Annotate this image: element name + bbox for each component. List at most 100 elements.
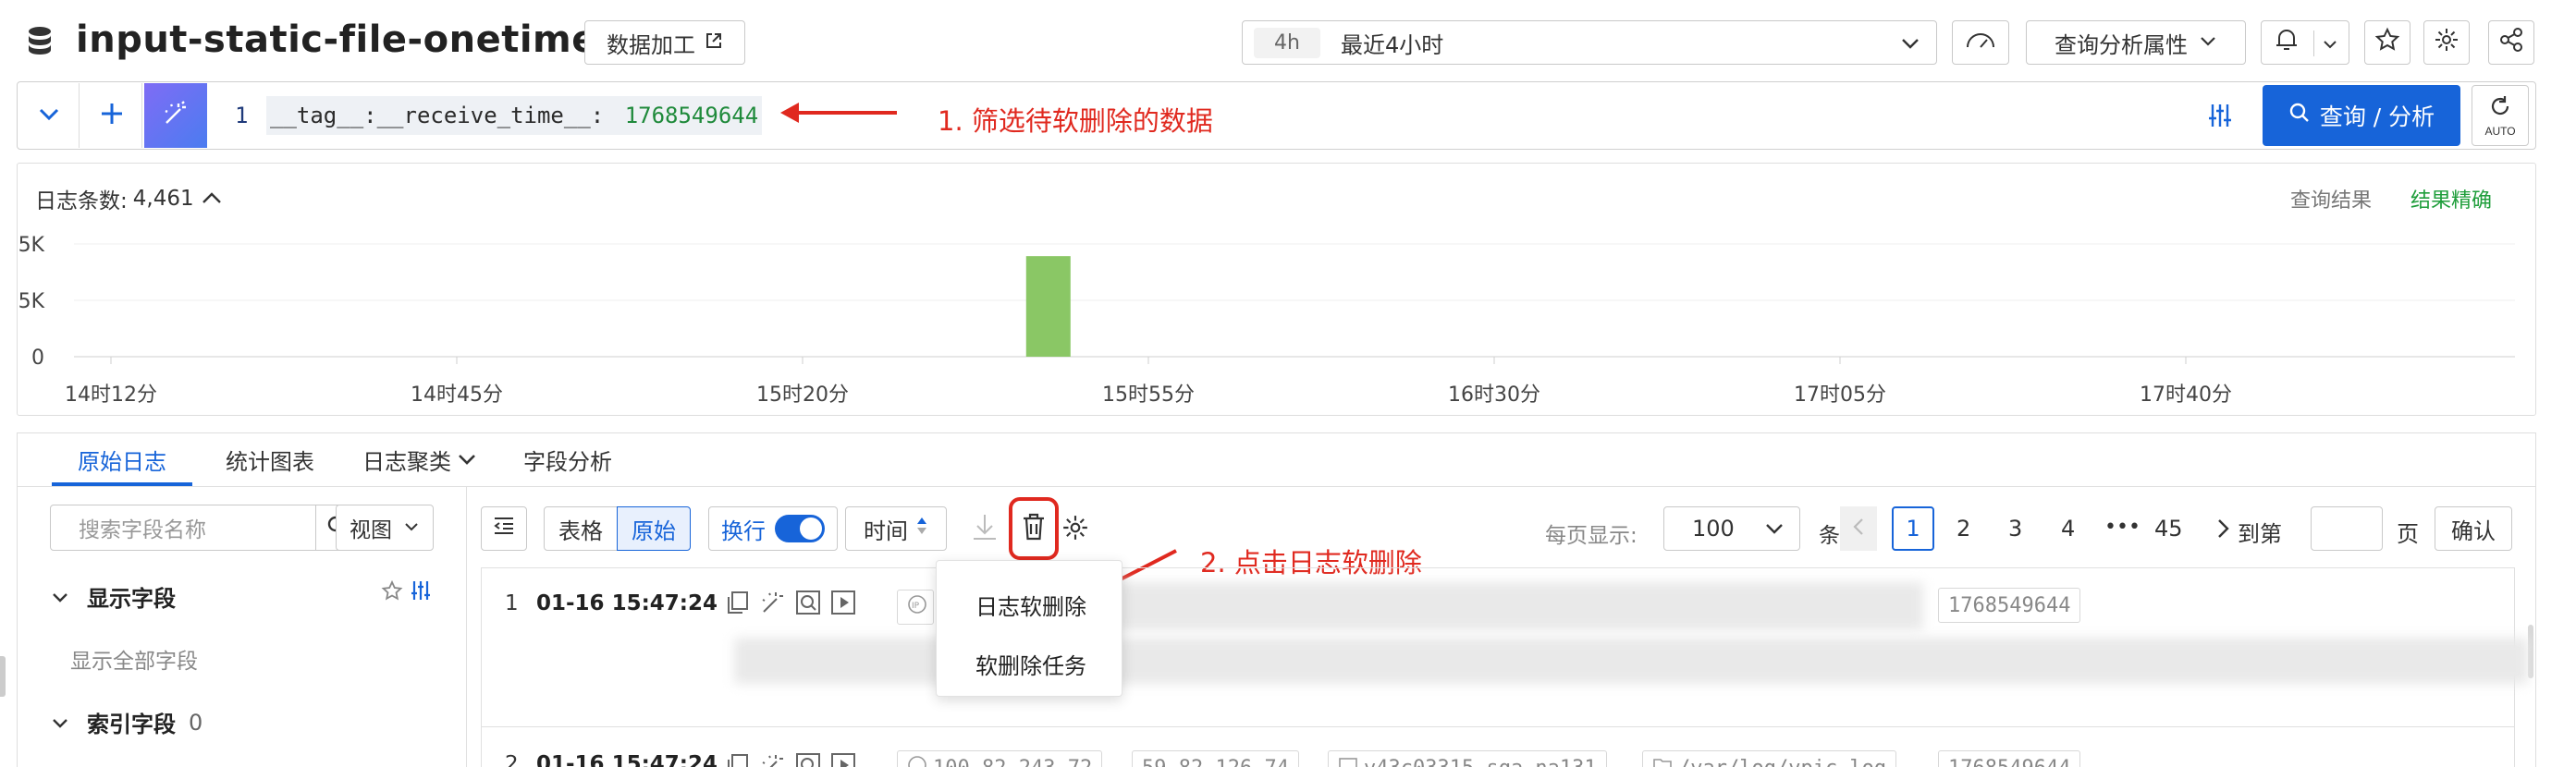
collapse-sidebar-button[interactable]	[481, 506, 527, 551]
log-ip2-chip: 59.82.126.74	[1132, 750, 1299, 767]
per-page-label: 每页显示:	[1545, 524, 1638, 548]
soft-delete-button[interactable]	[1009, 497, 1059, 560]
page-button-45[interactable]: 45	[2154, 516, 2183, 542]
page-button-1[interactable]: 1	[1892, 506, 1934, 551]
tab-raw-logs[interactable]: 原始日志	[78, 444, 166, 476]
view-label: 视图	[350, 518, 392, 542]
refresh-interval-button[interactable]	[1952, 20, 2009, 65]
display-fields-label: 显示字段	[87, 586, 176, 612]
index-fields-label: 索引字段	[87, 712, 176, 737]
auto-refresh-button[interactable]: AUTO	[2472, 85, 2529, 146]
ai-assistant-button[interactable]	[144, 83, 207, 148]
log-path: /var/log/vpic.log	[1678, 757, 1886, 767]
favorite-button[interactable]	[2364, 20, 2410, 65]
log-index: 1	[505, 591, 519, 615]
histogram-bar	[1025, 256, 1071, 357]
field-settings-icon[interactable]	[409, 578, 433, 607]
download-icon[interactable]	[971, 512, 999, 546]
index-fields-header[interactable]: 索引字段 0	[52, 706, 202, 738]
log-ip-chip: IP	[897, 590, 934, 625]
alert-button[interactable]	[2261, 20, 2349, 65]
external-link-icon	[705, 30, 723, 55]
view-dropdown[interactable]: 视图	[336, 505, 434, 551]
log-index: 2	[505, 752, 519, 767]
settings-button[interactable]	[2423, 20, 2470, 65]
data-process-label: 数据加工	[607, 31, 695, 58]
histogram-chart: 5K 2.5K 0 14时12分 14时45分 15时20分 15时55分 16时30分 17时…	[18, 234, 2515, 407]
play-icon[interactable]	[830, 752, 856, 767]
x-tick-label: 17时05分	[1794, 384, 1886, 407]
query-options-icon[interactable]	[2206, 102, 2234, 134]
time-range-picker[interactable]: 4h 最近4小时	[1242, 20, 1937, 65]
next-page-button[interactable]	[2215, 517, 2230, 544]
log-scrollbar[interactable]	[2528, 625, 2533, 678]
tabs-divider	[17, 486, 2536, 487]
log-ip-chip: 100.82.243.72	[897, 750, 1103, 767]
copy-icon[interactable]	[725, 752, 751, 767]
gear-icon	[2434, 27, 2459, 58]
magic-wand-icon[interactable]	[760, 752, 786, 767]
show-all-fields-link[interactable]: 显示全部字段	[70, 643, 198, 675]
host-icon	[1338, 755, 1358, 767]
add-query-button[interactable]	[81, 83, 142, 148]
chevron-up-icon	[202, 187, 222, 211]
wrap-toggle[interactable]: 换行	[708, 506, 838, 551]
page-button-3[interactable]: 3	[2008, 516, 2022, 542]
log-host-chip: v43c03315.sqa.na131	[1328, 750, 1607, 767]
log-ip: 100.82.243.72	[933, 757, 1092, 767]
index-fields-count: 0	[189, 709, 203, 736]
play-icon[interactable]	[830, 590, 856, 620]
context-search-icon[interactable]	[795, 752, 821, 767]
magic-wand-icon[interactable]	[760, 590, 786, 620]
tab-field-analysis[interactable]: 字段分析	[523, 444, 612, 476]
left-edge-handle[interactable]	[0, 656, 6, 697]
page-button-2[interactable]: 2	[1957, 516, 1970, 542]
log-count[interactable]: 日志条数: 4,461	[35, 183, 222, 214]
tab-chart[interactable]: 统计图表	[226, 444, 314, 476]
annotation-arrow-1	[779, 99, 899, 131]
bell-icon	[2275, 27, 2299, 58]
log-tag-chip: 1768549644	[1938, 750, 2081, 767]
search-analyze-label: 查询 / 分析	[2319, 103, 2435, 130]
field-search-input[interactable]: 搜索字段名称	[50, 505, 316, 551]
share-icon	[2498, 27, 2524, 58]
collapse-toggle-button[interactable]	[18, 83, 80, 148]
star-outline-icon[interactable]	[381, 579, 403, 607]
log-actions	[725, 590, 856, 620]
time-sort-button[interactable]: 时间	[845, 506, 947, 551]
x-tick-label: 14时45分	[411, 384, 503, 407]
logstore-icon	[26, 26, 54, 57]
raw-view-button[interactable]: 原始	[617, 506, 691, 551]
menu-item-log-soft-delete[interactable]: 日志软删除	[975, 589, 1086, 621]
query-attr-button[interactable]: 查询分析属性	[2026, 20, 2246, 65]
data-process-button[interactable]: 数据加工	[584, 20, 745, 65]
table-view-button[interactable]: 表格	[544, 506, 618, 551]
page-button-4[interactable]: 4	[2061, 516, 2075, 542]
goto-page-input[interactable]	[2311, 506, 2383, 551]
copy-icon[interactable]	[725, 590, 751, 620]
goto-confirm-label: 确认	[2451, 517, 2496, 544]
log-settings-icon[interactable]	[1061, 514, 1089, 546]
context-search-icon[interactable]	[795, 590, 821, 620]
chevron-down-icon	[457, 447, 477, 473]
menu-item-soft-delete-tasks[interactable]: 软删除任务	[975, 648, 1086, 680]
page-ellipsis[interactable]: •••	[2104, 516, 2141, 539]
share-button[interactable]	[2488, 20, 2534, 65]
sidebar-divider	[466, 487, 467, 767]
trash-icon	[1022, 513, 1046, 545]
chevron-left-icon	[1851, 517, 1866, 542]
search-analyze-button[interactable]: 查询 / 分析	[2263, 85, 2460, 146]
query-field-key: __tag__:__receive_time__:	[270, 103, 605, 128]
display-fields-header[interactable]: 显示字段	[52, 580, 176, 613]
query-editor[interactable]: __tag__:__receive_time__: 1768549644	[266, 96, 763, 135]
chevron-down-icon	[1899, 32, 1921, 60]
query-line-number: 1	[235, 103, 249, 128]
tab-log-cluster[interactable]: 日志聚类	[362, 444, 477, 476]
chevron-down-icon	[52, 710, 68, 736]
log-actions	[725, 752, 856, 767]
chevron-down-icon	[2199, 30, 2217, 55]
prev-page-button[interactable]	[1840, 506, 1877, 551]
ip-icon: IP	[907, 594, 927, 620]
goto-confirm-button[interactable]: 确认	[2435, 506, 2512, 551]
per-page-select[interactable]: 100	[1663, 506, 1800, 551]
